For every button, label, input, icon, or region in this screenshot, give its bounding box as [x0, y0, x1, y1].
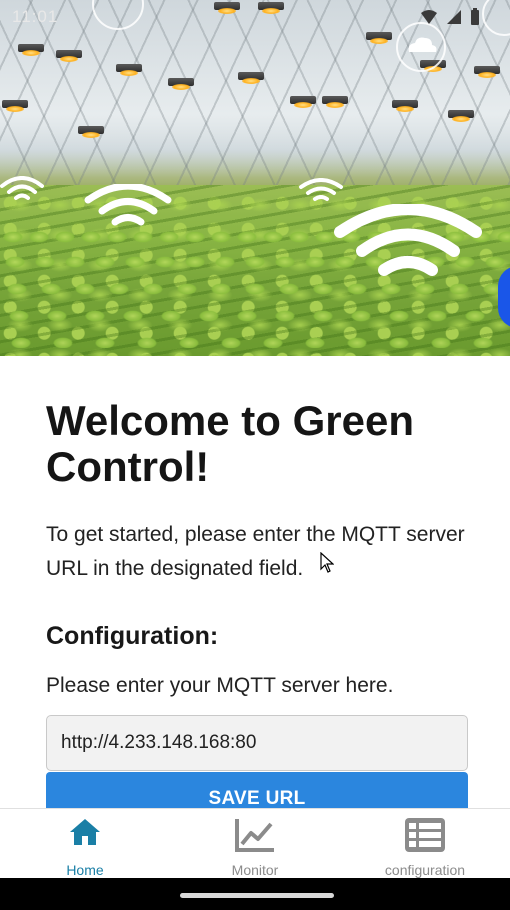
home-icon — [68, 817, 102, 852]
hero-greenhouse-image: 11:01 — [0, 0, 510, 356]
status-bar: 11:01 — [0, 0, 510, 36]
nav-label-home: Home — [66, 862, 104, 878]
app-screen: 11:01 Welcome to Green Control! To get s… — [0, 0, 510, 878]
configuration-description: Please enter your MQTT server here. — [46, 674, 394, 697]
mqtt-url-input[interactable] — [46, 715, 468, 771]
nav-label-configuration: configuration — [384, 862, 466, 878]
mouse-cursor-icon — [320, 551, 335, 579]
configuration-heading: Configuration: — [46, 622, 219, 650]
bottom-navigation: Home Monitor configuration — [0, 808, 510, 878]
battery-icon — [470, 8, 480, 31]
wifi-icon — [298, 178, 344, 204]
intro-text: To get started, please enter the MQTT se… — [46, 523, 465, 580]
wifi-icon — [334, 204, 482, 284]
table-list-icon — [404, 817, 446, 858]
chart-line-icon — [234, 817, 276, 858]
nav-item-monitor[interactable]: Monitor — [170, 809, 340, 878]
nav-label-monitor: Monitor — [231, 862, 279, 878]
page-title: Welcome to Green Control! — [46, 397, 414, 490]
signal-icon — [446, 9, 462, 30]
status-time: 11:01 — [12, 7, 59, 26]
gesture-navigation-bar[interactable] — [180, 893, 334, 898]
wifi-icon — [0, 176, 44, 204]
nav-item-configuration[interactable]: configuration — [340, 809, 510, 878]
wifi-icon — [84, 184, 172, 230]
nav-item-home[interactable]: Home — [0, 809, 170, 878]
wifi-status-icon — [420, 9, 438, 30]
